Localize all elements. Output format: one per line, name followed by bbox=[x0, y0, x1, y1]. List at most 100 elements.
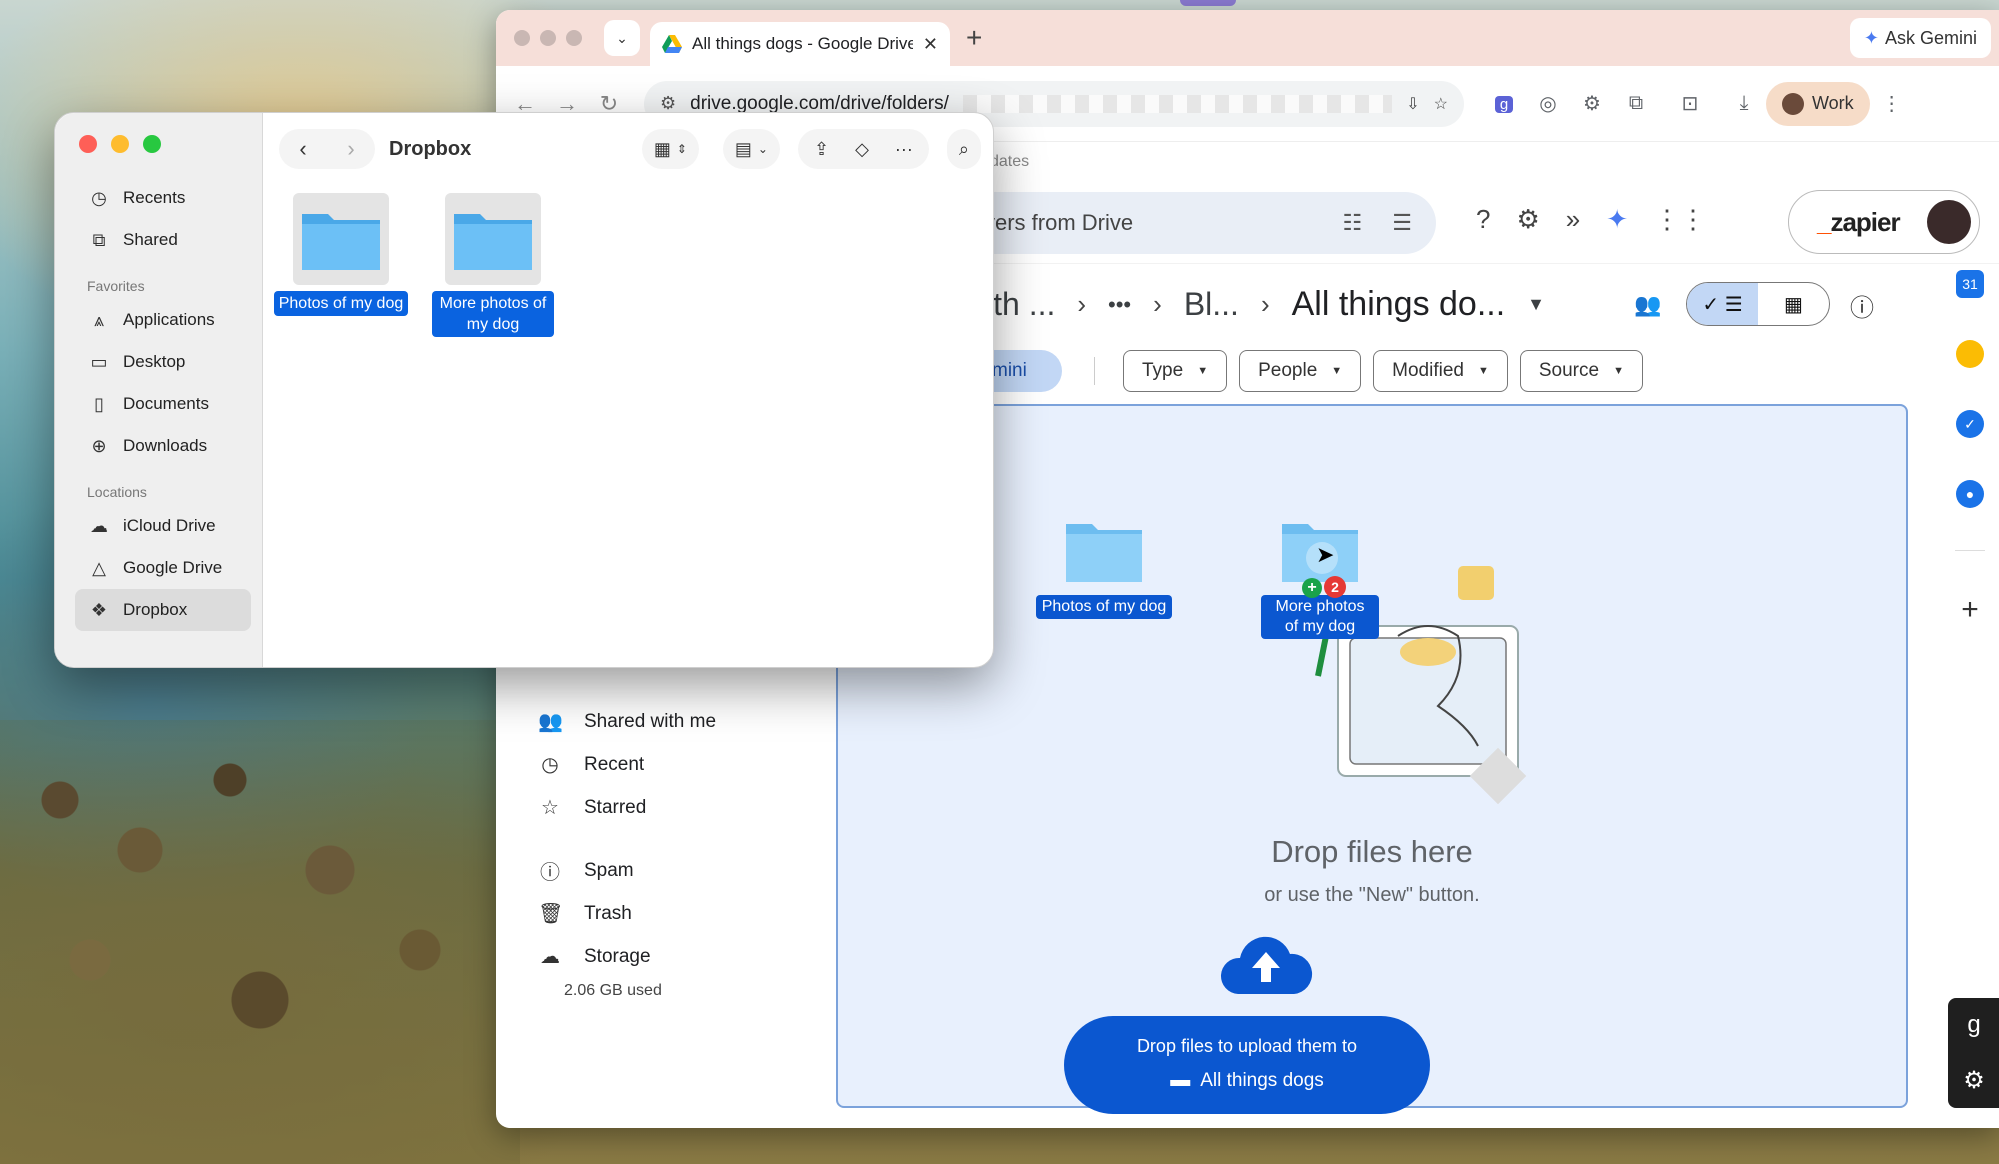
list-view-button[interactable]: ✓ ☰ bbox=[1687, 283, 1758, 325]
folder-item[interactable]: Photos of my dog bbox=[273, 193, 409, 316]
grammarly-icon[interactable]: ɡ bbox=[1967, 1011, 1980, 1039]
folder-label: Photos of my dog bbox=[273, 291, 409, 316]
site-settings-icon[interactable]: ⚙ bbox=[660, 93, 676, 114]
minimize-window-button[interactable] bbox=[540, 30, 556, 46]
filter-people[interactable]: People ▼ bbox=[1239, 350, 1362, 392]
screenshot-icon[interactable]: ⊡ bbox=[1668, 91, 1712, 116]
google-drive-icon bbox=[662, 35, 682, 53]
sidebar-item-desktop[interactable]: ▭ Desktop bbox=[75, 341, 251, 383]
current-folder-title[interactable]: All things do... bbox=[1292, 285, 1506, 324]
sidebar-item-recent[interactable]: ◷ Recent bbox=[526, 743, 786, 786]
view-mode-button[interactable]: ▦ ⇕ bbox=[641, 129, 699, 169]
profile-button[interactable]: Work bbox=[1766, 81, 1870, 126]
profile-label: Work bbox=[1812, 93, 1854, 113]
add-addon-icon[interactable]: + bbox=[1961, 593, 1979, 627]
sidebar-item-dropbox[interactable]: ❖ Dropbox bbox=[75, 589, 251, 631]
settings-extension-icon[interactable]: ⚙ bbox=[1570, 91, 1614, 116]
dragged-label: Photos of my dog bbox=[1035, 595, 1173, 619]
filter-sliders-icon[interactable]: ☰ bbox=[1392, 210, 1412, 236]
window-controls bbox=[514, 30, 582, 46]
drop-subtitle: or use the "New" button. bbox=[1264, 884, 1480, 906]
tasks-icon[interactable]: ✓ bbox=[1956, 410, 1984, 438]
group-button[interactable]: ▤ ⌄ bbox=[722, 129, 780, 169]
spam-icon: ⓘ bbox=[540, 862, 560, 884]
extension-icon[interactable]: ◎ bbox=[1526, 91, 1570, 116]
bookmark-star-icon[interactable]: ☆ bbox=[1434, 94, 1448, 114]
minimize-window-button[interactable] bbox=[111, 135, 129, 153]
grid-view-button[interactable]: ▦ bbox=[1758, 283, 1829, 325]
window-title: Dropbox bbox=[389, 137, 472, 160]
sidebar-item-storage[interactable]: ☁ Storage bbox=[526, 935, 786, 978]
filter-source[interactable]: Source ▼ bbox=[1519, 350, 1643, 392]
more-icon[interactable]: ··· bbox=[895, 139, 913, 160]
back-button[interactable]: ‹ bbox=[299, 136, 306, 162]
manage-access-icon[interactable]: 👥 bbox=[1634, 292, 1661, 318]
drop-zone[interactable]: Drop files here or use the "New" button.… bbox=[836, 404, 1908, 1114]
upload-destination-banner: Drop files to upload them to ▬ All thing… bbox=[1064, 1016, 1430, 1114]
chevron-right-icon: › bbox=[1077, 289, 1087, 319]
sidebar-item-downloads[interactable]: ⊕ Downloads bbox=[75, 425, 251, 467]
google-drive-icon: △ bbox=[92, 557, 106, 578]
sidebar-item-trash[interactable]: 🗑 Trash bbox=[526, 892, 786, 935]
sidebar-item-spam[interactable]: ⓘ Spam bbox=[526, 849, 786, 892]
drop-title: Drop files here bbox=[1271, 834, 1473, 869]
tag-icon[interactable]: ◇ bbox=[855, 139, 869, 160]
filter-modified[interactable]: Modified ▼ bbox=[1373, 350, 1508, 392]
forward-button[interactable]: › bbox=[347, 136, 354, 162]
drag-count-badge: 2 bbox=[1324, 576, 1346, 598]
folder-item[interactable]: More photos of my dog bbox=[425, 193, 561, 337]
sidebar-item-starred[interactable]: ☆ Starred bbox=[526, 786, 786, 829]
sidebar-item-shared[interactable]: ⧉ Shared bbox=[75, 219, 251, 261]
account-switcher[interactable]: _zapier bbox=[1788, 190, 1980, 254]
zoom-window-button[interactable] bbox=[566, 30, 582, 46]
ask-gemini-button[interactable]: ✦ Ask Gemini bbox=[1849, 18, 1991, 58]
calendar-icon[interactable]: 31 bbox=[1956, 270, 1984, 298]
breadcrumb-item[interactable]: ith ... bbox=[986, 286, 1055, 323]
breadcrumb-overflow[interactable]: ••• bbox=[1108, 292, 1131, 318]
more-menu-icon[interactable]: ⋮ bbox=[1870, 91, 1914, 116]
help-icon[interactable]: ? bbox=[1476, 204, 1490, 235]
sidebar-item-shared-with-me[interactable]: 👥 Shared with me bbox=[526, 700, 786, 743]
breadcrumb-item[interactable]: Bl... bbox=[1184, 286, 1239, 323]
caret-down-icon: ▼ bbox=[1613, 365, 1624, 377]
gemini-filter-chip[interactable]: mini bbox=[986, 350, 1062, 392]
caret-down-icon[interactable]: ▼ bbox=[1527, 294, 1545, 315]
gemini-star-icon[interactable]: ✦ bbox=[1606, 204, 1628, 235]
tab-search-button[interactable]: ⌄ bbox=[604, 20, 640, 56]
copy-plus-icon: + bbox=[1302, 578, 1322, 598]
sidebar-item-applications[interactable]: ⩓ Applications bbox=[75, 299, 251, 341]
desktop-icon: ▭ bbox=[90, 351, 108, 372]
puzzle-extensions-icon[interactable]: ⧉ bbox=[1614, 92, 1658, 115]
drive-search-input[interactable]: vers from Drive ☷ ☰ bbox=[956, 192, 1436, 254]
new-tab-button[interactable]: + bbox=[966, 22, 982, 54]
search-button[interactable]: ⌕ bbox=[946, 129, 981, 169]
share-icon[interactable]: ⇪ bbox=[814, 139, 829, 160]
tab-active[interactable]: All things dogs - Google Drive ✕ bbox=[650, 22, 950, 66]
close-window-button[interactable] bbox=[79, 135, 97, 153]
grammarly-extension-icon[interactable]: g bbox=[1482, 92, 1526, 115]
zoom-window-button[interactable] bbox=[143, 135, 161, 153]
download-icon[interactable]: ⤓ bbox=[1722, 92, 1766, 115]
sidebar-item-documents[interactable]: ▯ Documents bbox=[75, 383, 251, 425]
sidebar-item-icloud-drive[interactable]: ☁ iCloud Drive bbox=[75, 505, 251, 547]
caret-down-icon: ▼ bbox=[1197, 365, 1209, 377]
floating-widget[interactable]: ɡ ⚙ bbox=[1948, 998, 1999, 1108]
ask-gemini-label: Ask Gemini bbox=[1884, 27, 1977, 48]
chevron-down-icon: ⌄ bbox=[616, 29, 628, 46]
document-icon: ▯ bbox=[94, 393, 104, 414]
install-app-icon[interactable]: ⇩ bbox=[1406, 94, 1419, 114]
info-icon[interactable]: ⓘ bbox=[1850, 288, 1874, 323]
apps-grid-icon[interactable]: ⋮⋮ bbox=[1654, 204, 1706, 235]
gemini-chevron-icon[interactable]: » bbox=[1566, 204, 1580, 235]
widget-settings-icon[interactable]: ⚙ bbox=[1963, 1066, 1985, 1095]
filter-type[interactable]: Type ▼ bbox=[1123, 350, 1228, 392]
keep-icon[interactable] bbox=[1956, 340, 1984, 368]
side-panel-rail: 31 ✓ ● + bbox=[1940, 270, 1999, 627]
sidebar-item-recents[interactable]: ◷ Recents bbox=[75, 177, 251, 219]
search-options-icon[interactable]: ☷ bbox=[1343, 210, 1363, 236]
sidebar-item-google-drive[interactable]: △ Google Drive bbox=[75, 547, 251, 589]
close-window-button[interactable] bbox=[514, 30, 530, 46]
settings-gear-icon[interactable]: ⚙ bbox=[1516, 204, 1539, 235]
contacts-icon[interactable]: ● bbox=[1956, 480, 1984, 508]
close-tab-icon[interactable]: ✕ bbox=[923, 34, 938, 55]
